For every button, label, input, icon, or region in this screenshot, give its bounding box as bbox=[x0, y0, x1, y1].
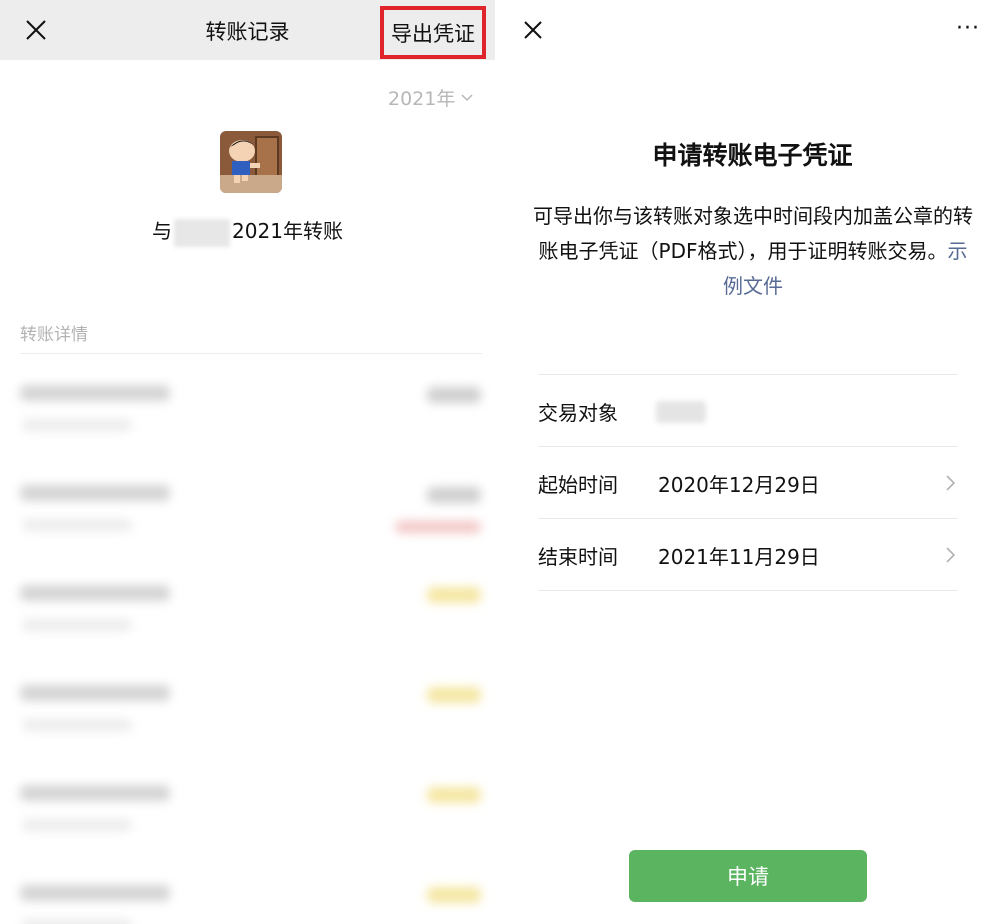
transfer-with-summary: 与 2021年转账 bbox=[0, 215, 495, 247]
blurred-record-title bbox=[20, 485, 170, 501]
export-voucher-button[interactable]: 导出凭证 bbox=[380, 6, 486, 59]
divider bbox=[538, 590, 958, 591]
close-icon[interactable] bbox=[521, 18, 545, 42]
blurred-record-date bbox=[22, 819, 132, 831]
blurred-record-date bbox=[22, 919, 132, 924]
blurred-record-title bbox=[20, 585, 170, 601]
with-prefix: 与 bbox=[152, 219, 173, 243]
start-time-label: 起始时间 bbox=[538, 473, 618, 497]
list-item[interactable] bbox=[0, 763, 495, 863]
divider bbox=[20, 353, 482, 354]
blurred-record-amount bbox=[427, 687, 481, 703]
top-bar: 转账记录 导出凭证 bbox=[0, 0, 495, 60]
description: 可导出你与该转账对象选中时间段内加盖公章的转账电子凭证（PDF格式），用于证明转… bbox=[533, 199, 973, 304]
list-item[interactable] bbox=[0, 463, 495, 563]
end-time-row[interactable]: 结束时间 2021年11月29日 bbox=[538, 518, 958, 591]
blurred-record-amount bbox=[427, 587, 481, 603]
end-time-label: 结束时间 bbox=[538, 545, 618, 569]
with-suffix: 2021年转账 bbox=[232, 219, 343, 243]
blurred-record-date bbox=[22, 519, 132, 531]
blurred-contact-name bbox=[174, 218, 231, 247]
list-item[interactable] bbox=[0, 363, 495, 463]
start-time-value: 2020年12月29日 bbox=[658, 473, 820, 497]
transfer-records-panel: 转账记录 导出凭证 2021年 与 2021年转账 转账详情 bbox=[0, 0, 495, 924]
chevron-right-icon bbox=[946, 547, 956, 563]
blurred-record-title bbox=[20, 685, 170, 701]
blurred-record-title bbox=[20, 885, 170, 901]
blurred-record-title bbox=[20, 785, 170, 801]
description-text: 可导出你与该转账对象选中时间段内加盖公章的转账电子凭证（PDF格式），用于证明转… bbox=[533, 204, 973, 263]
panel-gap bbox=[495, 0, 505, 924]
blurred-record-status bbox=[395, 521, 481, 533]
chevron-right-icon bbox=[946, 475, 956, 491]
blurred-record-date bbox=[22, 419, 132, 431]
apply-button[interactable]: 申请 bbox=[629, 850, 867, 902]
avatar bbox=[220, 131, 282, 193]
blurred-record-date bbox=[22, 719, 132, 731]
list-item[interactable] bbox=[0, 663, 495, 763]
list-item[interactable] bbox=[0, 563, 495, 663]
year-selector-label: 2021年 bbox=[388, 88, 456, 110]
page-title: 申请转账电子凭证 bbox=[652, 141, 853, 170]
more-icon[interactable]: ··· bbox=[956, 16, 980, 41]
export-voucher-label: 导出凭证 bbox=[391, 21, 475, 46]
counterparty-row: 交易对象 bbox=[538, 374, 958, 447]
blurred-record-amount bbox=[427, 787, 481, 803]
section-label: 转账详情 bbox=[20, 325, 88, 345]
blurred-record-date bbox=[22, 619, 132, 631]
list-item[interactable] bbox=[0, 863, 495, 924]
counterparty-label: 交易对象 bbox=[538, 401, 618, 425]
chevron-down-icon bbox=[461, 93, 473, 101]
blurred-record-title bbox=[20, 385, 170, 401]
blurred-record-amount bbox=[427, 487, 481, 503]
year-selector[interactable]: 2021年 bbox=[388, 84, 473, 111]
apply-voucher-panel: ··· 申请转账电子凭证 可导出你与该转账对象选中时间段内加盖公章的转账电子凭证… bbox=[505, 0, 1000, 924]
blurred-record-amount bbox=[427, 887, 481, 903]
blurred-counterparty-value bbox=[656, 401, 706, 423]
start-time-row[interactable]: 起始时间 2020年12月29日 bbox=[538, 446, 958, 519]
blurred-record-amount bbox=[427, 387, 481, 403]
end-time-value: 2021年11月29日 bbox=[658, 545, 820, 569]
